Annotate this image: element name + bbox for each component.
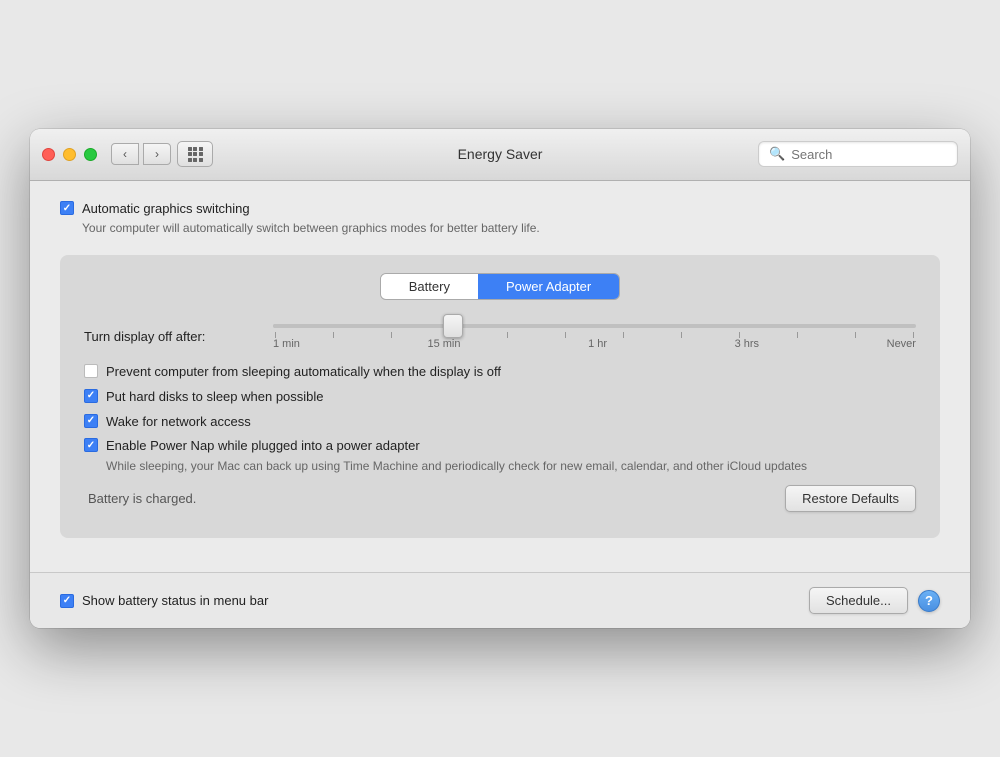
wake-network-checkbox[interactable] (84, 414, 98, 428)
slider-track (273, 324, 916, 328)
wake-network-label: Wake for network access (106, 414, 251, 431)
footer-left: Show battery status in menu bar (60, 593, 268, 608)
tab-power-adapter[interactable]: Power Adapter (478, 274, 619, 299)
tick-labels: 1 min 15 min 1 hr 3 hrs Never (273, 338, 916, 350)
schedule-button[interactable]: Schedule... (809, 587, 908, 614)
settings-panel: Battery Power Adapter Turn display off a… (60, 255, 940, 538)
close-button[interactable] (42, 148, 55, 161)
tab-group: Battery Power Adapter (380, 273, 620, 300)
forward-button[interactable]: › (143, 143, 171, 165)
main-window: ‹ › Energy Saver 🔍 Automatic graphics sw… (30, 129, 970, 628)
prevent-sleep-item: Prevent computer from sleeping automatic… (84, 364, 916, 381)
auto-graphics-section: Automatic graphics switching Your comput… (60, 201, 940, 237)
nav-buttons: ‹ › (111, 143, 171, 165)
tab-battery[interactable]: Battery (381, 274, 478, 299)
help-button[interactable]: ? (918, 590, 940, 612)
slider-row: Turn display off after: (84, 324, 916, 350)
grid-icon (188, 147, 203, 162)
window-title: Energy Saver (458, 146, 543, 162)
slider-thumb[interactable] (443, 314, 463, 338)
hard-disks-item: Put hard disks to sleep when possible (84, 389, 916, 406)
power-nap-checkbox[interactable] (84, 438, 98, 452)
traffic-lights (42, 148, 97, 161)
battery-status: Battery is charged. (84, 491, 196, 506)
power-nap-item: Enable Power Nap while plugged into a po… (84, 438, 916, 475)
settings-checkboxes: Prevent computer from sleeping automatic… (84, 364, 916, 475)
slider-label: Turn display off after: (84, 329, 259, 344)
tick-label-15min: 15 min (427, 338, 460, 350)
hard-disks-checkbox[interactable] (84, 389, 98, 403)
restore-defaults-button[interactable]: Restore Defaults (785, 485, 916, 512)
titlebar: ‹ › Energy Saver 🔍 (30, 129, 970, 181)
hard-disks-label: Put hard disks to sleep when possible (106, 389, 324, 406)
tick-label-1min: 1 min (273, 338, 300, 350)
footer: Show battery status in menu bar Schedule… (30, 572, 970, 628)
auto-graphics-row: Automatic graphics switching (60, 201, 940, 216)
content-area: Automatic graphics switching Your comput… (30, 181, 970, 572)
wake-network-item: Wake for network access (84, 414, 916, 431)
grid-view-button[interactable] (177, 141, 213, 167)
power-nap-label: Enable Power Nap while plugged into a po… (106, 438, 807, 455)
tab-group-container: Battery Power Adapter (84, 273, 916, 300)
prevent-sleep-checkbox[interactable] (84, 364, 98, 378)
slider-container[interactable] (273, 324, 916, 328)
search-box[interactable]: 🔍 (758, 141, 958, 167)
back-button[interactable]: ‹ (111, 143, 139, 165)
power-nap-text: Enable Power Nap while plugged into a po… (106, 438, 807, 475)
search-input[interactable] (791, 147, 947, 162)
panel-bottom: Battery is charged. Restore Defaults (84, 475, 916, 518)
show-battery-label: Show battery status in menu bar (82, 593, 268, 608)
search-icon: 🔍 (769, 146, 785, 162)
tick-label-never: Never (887, 338, 916, 350)
auto-graphics-label: Automatic graphics switching (82, 201, 250, 216)
slider-section: 1 min 15 min 1 hr 3 hrs Never (273, 324, 916, 350)
power-nap-sublabel: While sleeping, your Mac can back up usi… (106, 458, 807, 475)
tick-label-1hr: 1 hr (588, 338, 607, 350)
auto-graphics-checkbox[interactable] (60, 201, 74, 215)
prevent-sleep-label: Prevent computer from sleeping automatic… (106, 364, 501, 381)
auto-graphics-sublabel: Your computer will automatically switch … (82, 220, 940, 237)
footer-right: Schedule... ? (809, 587, 940, 614)
minimize-button[interactable] (63, 148, 76, 161)
show-battery-checkbox[interactable] (60, 594, 74, 608)
maximize-button[interactable] (84, 148, 97, 161)
tick-label-3hrs: 3 hrs (735, 338, 759, 350)
